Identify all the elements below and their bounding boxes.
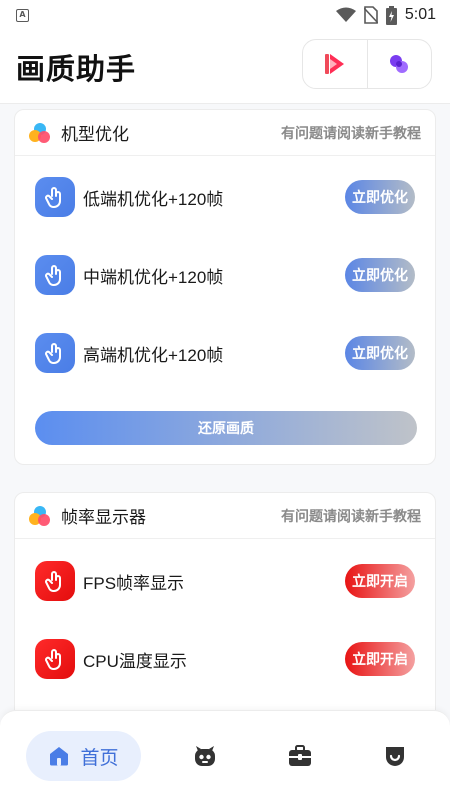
wifi-icon: [335, 7, 356, 22]
restore-quality-button[interactable]: 还原画质: [35, 411, 417, 445]
nav-item-profile[interactable]: [380, 741, 410, 771]
main-content[interactable]: 机型优化 有问题请阅读新手教程 低端机优化+120帧 立即优化 中端机优化+12…: [0, 104, 450, 710]
enable-fps-button[interactable]: 立即开启: [345, 564, 415, 598]
tutorial-link[interactable]: 有问题请阅读新手教程: [281, 506, 421, 526]
list-item: FPS帧率显示 立即开启: [15, 559, 435, 603]
card-header: 帧率显示器 有问题请阅读新手教程: [15, 493, 435, 539]
shield-icon: [386, 747, 404, 766]
link-bubbles-icon: [390, 55, 409, 73]
list-item: CPU温度显示 立即开启: [15, 637, 435, 681]
row-label: FPS帧率显示: [83, 573, 185, 593]
tap-hand-icon: [35, 177, 75, 217]
row-label: 中端机优化+120帧: [83, 267, 224, 287]
row-label: 低端机优化+120帧: [83, 189, 224, 209]
video-play-icon: [324, 54, 344, 74]
color-dots-icon: [29, 505, 50, 526]
tap-hand-icon: [35, 333, 75, 373]
color-dots-icon: [29, 122, 50, 143]
optimize-high-end-button[interactable]: 立即优化: [345, 336, 415, 370]
app-header: 画质助手: [0, 30, 450, 104]
page-title: 画质助手: [16, 52, 137, 86]
robot-icon: [195, 746, 215, 766]
card-title: 机型优化: [61, 125, 129, 145]
optimize-low-end-button[interactable]: 立即优化: [345, 180, 415, 214]
nav-home-label: 首页: [80, 746, 119, 769]
no-sim-icon: [363, 6, 378, 24]
tap-hand-icon: [35, 561, 75, 601]
status-time: 5:01: [404, 6, 436, 23]
nav-item-robot[interactable]: [190, 741, 220, 771]
row-label: CPU温度显示: [83, 651, 187, 671]
model-optimization-card: 机型优化 有问题请阅读新手教程 低端机优化+120帧 立即优化 中端机优化+12…: [14, 109, 436, 465]
video-play-button[interactable]: [303, 40, 367, 88]
link-bubbles-button[interactable]: [366, 40, 432, 88]
nav-item-toolbox[interactable]: [285, 741, 315, 771]
enable-cpu-temp-button[interactable]: 立即开启: [345, 642, 415, 676]
row-label: 高端机优化+120帧: [83, 345, 224, 365]
list-item: 低端机优化+120帧 立即优化: [15, 175, 435, 219]
card-title: 帧率显示器: [61, 508, 146, 528]
tap-hand-icon: [35, 639, 75, 679]
home-icon: [50, 747, 69, 766]
tutorial-link[interactable]: 有问题请阅读新手教程: [281, 123, 421, 143]
status-bar: A 5:01: [0, 0, 450, 30]
card-header: 机型优化 有问题请阅读新手教程: [15, 110, 435, 156]
tap-hand-icon: [35, 255, 75, 295]
fps-display-card: 帧率显示器 有问题请阅读新手教程 FPS帧率显示 立即开启 CPU温度显示 立即…: [14, 492, 436, 710]
bottom-nav: 首页: [0, 710, 450, 800]
optimize-mid-range-button[interactable]: 立即优化: [345, 258, 415, 292]
list-item: 中端机优化+120帧 立即优化: [15, 253, 435, 297]
header-actions: [302, 39, 432, 89]
battery-charging-icon: [385, 5, 397, 25]
app-notification-icon: A: [16, 8, 29, 22]
nav-item-home[interactable]: 首页: [26, 731, 141, 781]
briefcase-icon: [289, 745, 311, 766]
list-item: 高端机优化+120帧 立即优化: [15, 331, 435, 375]
